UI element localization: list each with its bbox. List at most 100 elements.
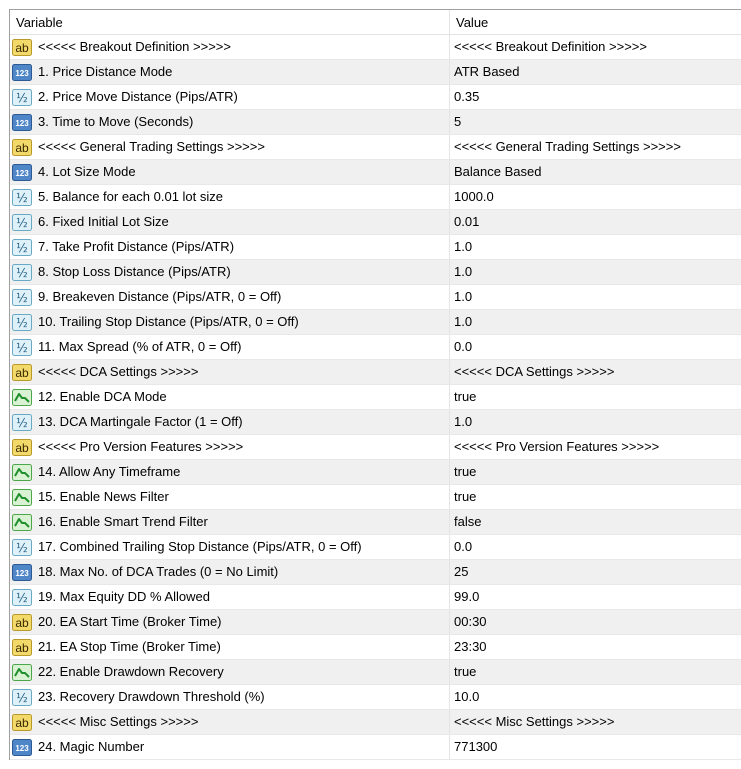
table-row[interactable]: ½ 8. Stop Loss Distance (Pips/ATR) 1.0 (10, 260, 741, 285)
value-cell[interactable]: 0.0 (450, 535, 741, 559)
table-row[interactable]: ab 21. EA Stop Time (Broker Time) 23:30 (10, 635, 741, 660)
table-row[interactable]: ½ 2. Price Move Distance (Pips/ATR) 0.35 (10, 85, 741, 110)
value-cell[interactable]: 1.0 (450, 260, 741, 284)
inputs-grid: Variable Value ab <<<<< Breakout Definiti… (9, 9, 741, 760)
variable-name: 14. Allow Any Timeframe (38, 464, 181, 479)
value-cell[interactable]: 5 (450, 110, 741, 134)
variable-cell[interactable]: 123 18. Max No. of DCA Trades (0 = No Lim… (10, 560, 450, 584)
variable-cell[interactable]: ½ 2. Price Move Distance (Pips/ATR) (10, 85, 450, 109)
value-cell[interactable]: true (450, 385, 741, 409)
variable-cell[interactable]: ½ 5. Balance for each 0.01 lot size (10, 185, 450, 209)
variable-name: <<<<< Misc Settings >>>>> (38, 714, 199, 729)
variable-cell[interactable]: ½ 19. Max Equity DD % Allowed (10, 585, 450, 609)
value-cell[interactable]: Balance Based (450, 160, 741, 184)
table-row[interactable]: ab <<<<< Pro Version Features >>>>> <<<<< … (10, 435, 741, 460)
table-row[interactable]: ab <<<<< General Trading Settings >>>>> <<… (10, 135, 741, 160)
column-header-value[interactable]: Value (450, 10, 741, 34)
variable-cell[interactable]: ½ 13. DCA Martingale Factor (1 = Off) (10, 410, 450, 434)
value-cell[interactable]: 25 (450, 560, 741, 584)
table-row[interactable]: 123 3. Time to Move (Seconds) 5 (10, 110, 741, 135)
table-row[interactable]: ½ 13. DCA Martingale Factor (1 = Off) 1.0 (10, 410, 741, 435)
value-cell[interactable]: 1.0 (450, 235, 741, 259)
variable-cell[interactable]: 123 1. Price Distance Mode (10, 60, 450, 84)
value-cell[interactable]: <<<<< Misc Settings >>>>> (450, 710, 741, 734)
variable-cell[interactable]: 15. Enable News Filter (10, 485, 450, 509)
variable-cell[interactable]: ab 21. EA Stop Time (Broker Time) (10, 635, 450, 659)
variable-cell[interactable]: ½ 11. Max Spread (% of ATR, 0 = Off) (10, 335, 450, 359)
variable-cell[interactable]: ab <<<<< General Trading Settings >>>>> (10, 135, 450, 159)
variable-cell[interactable]: ½ 7. Take Profit Distance (Pips/ATR) (10, 235, 450, 259)
value-cell[interactable]: 771300 (450, 735, 741, 759)
variable-cell[interactable]: 123 3. Time to Move (Seconds) (10, 110, 450, 134)
value-cell[interactable]: 0.35 (450, 85, 741, 109)
value-cell[interactable]: 0.0 (450, 335, 741, 359)
value-cell[interactable]: ATR Based (450, 60, 741, 84)
value-cell[interactable]: 00:30 (450, 610, 741, 634)
integer-type-icon: 123 (12, 63, 32, 81)
variable-cell[interactable]: 123 24. Magic Number (10, 735, 450, 759)
table-row[interactable]: ½ 10. Trailing Stop Distance (Pips/ATR, 0… (10, 310, 741, 335)
table-row[interactable]: ½ 19. Max Equity DD % Allowed 99.0 (10, 585, 741, 610)
table-row[interactable]: 22. Enable Drawdown Recovery true (10, 660, 741, 685)
variable-cell[interactable]: 22. Enable Drawdown Recovery (10, 660, 450, 684)
table-row[interactable]: ½ 23. Recovery Drawdown Threshold (%) 10.0 (10, 685, 741, 710)
table-row[interactable]: ½ 5. Balance for each 0.01 lot size 1000.0 (10, 185, 741, 210)
variable-cell[interactable]: ab <<<<< Pro Version Features >>>>> (10, 435, 450, 459)
svg-text:½: ½ (16, 91, 28, 105)
variable-cell[interactable]: 123 4. Lot Size Mode (10, 160, 450, 184)
table-row[interactable]: ½ 7. Take Profit Distance (Pips/ATR) 1.0 (10, 235, 741, 260)
value-cell[interactable]: true (450, 485, 741, 509)
value-cell[interactable]: 1.0 (450, 410, 741, 434)
table-row[interactable]: ab 20. EA Start Time (Broker Time) 00:30 (10, 610, 741, 635)
variable-cell[interactable]: ½ 23. Recovery Drawdown Threshold (%) (10, 685, 450, 709)
double-type-icon: ½ (12, 538, 32, 556)
variable-cell[interactable]: ab 20. EA Start Time (Broker Time) (10, 610, 450, 634)
table-row[interactable]: 123 1. Price Distance Mode ATR Based (10, 60, 741, 85)
value-cell[interactable]: <<<<< DCA Settings >>>>> (450, 360, 741, 384)
string-type-icon: ab (12, 363, 32, 381)
variable-cell[interactable]: ½ 17. Combined Trailing Stop Distance (Pi… (10, 535, 450, 559)
table-row[interactable]: 123 4. Lot Size Mode Balance Based (10, 160, 741, 185)
value-cell[interactable]: 0.01 (450, 210, 741, 234)
variable-cell[interactable]: 14. Allow Any Timeframe (10, 460, 450, 484)
variable-cell[interactable]: ½ 10. Trailing Stop Distance (Pips/ATR, 0… (10, 310, 450, 334)
table-row[interactable]: ½ 17. Combined Trailing Stop Distance (Pi… (10, 535, 741, 560)
value-cell[interactable]: true (450, 460, 741, 484)
table-row[interactable]: 123 24. Magic Number 771300 (10, 735, 741, 760)
variable-cell[interactable]: 12. Enable DCA Mode (10, 385, 450, 409)
table-row[interactable]: ab <<<<< Breakout Definition >>>>> <<<<< B… (10, 35, 741, 60)
value-cell[interactable]: true (450, 660, 741, 684)
variable-name: <<<<< General Trading Settings >>>>> (38, 139, 265, 154)
value-cell[interactable]: 1.0 (450, 285, 741, 309)
table-row[interactable]: 14. Allow Any Timeframe true (10, 460, 741, 485)
value-cell[interactable]: <<<<< Pro Version Features >>>>> (450, 435, 741, 459)
table-row[interactable]: ½ 9. Breakeven Distance (Pips/ATR, 0 = Of… (10, 285, 741, 310)
table-row[interactable]: ab <<<<< DCA Settings >>>>> <<<<< DCA Sett… (10, 360, 741, 385)
value-cell[interactable]: <<<<< Breakout Definition >>>>> (450, 35, 741, 59)
variable-cell[interactable]: ½ 6. Fixed Initial Lot Size (10, 210, 450, 234)
value-cell[interactable]: <<<<< General Trading Settings >>>>> (450, 135, 741, 159)
variable-cell[interactable]: ab <<<<< Misc Settings >>>>> (10, 710, 450, 734)
variable-cell[interactable]: 16. Enable Smart Trend Filter (10, 510, 450, 534)
table-row[interactable]: 15. Enable News Filter true (10, 485, 741, 510)
table-row[interactable]: 12. Enable DCA Mode true (10, 385, 741, 410)
value-cell[interactable]: 99.0 (450, 585, 741, 609)
table-row[interactable]: 16. Enable Smart Trend Filter false (10, 510, 741, 535)
svg-text:123: 123 (15, 569, 29, 578)
value-cell[interactable]: 1000.0 (450, 185, 741, 209)
table-row[interactable]: 123 18. Max No. of DCA Trades (0 = No Lim… (10, 560, 741, 585)
variable-name: 16. Enable Smart Trend Filter (38, 514, 208, 529)
value-cell[interactable]: 23:30 (450, 635, 741, 659)
value-cell[interactable]: false (450, 510, 741, 534)
column-header-variable[interactable]: Variable (10, 10, 450, 34)
variable-name: 6. Fixed Initial Lot Size (38, 214, 169, 229)
table-row[interactable]: ½ 11. Max Spread (% of ATR, 0 = Off) 0.0 (10, 335, 741, 360)
table-row[interactable]: ½ 6. Fixed Initial Lot Size 0.01 (10, 210, 741, 235)
variable-cell[interactable]: ab <<<<< DCA Settings >>>>> (10, 360, 450, 384)
variable-cell[interactable]: ½ 9. Breakeven Distance (Pips/ATR, 0 = Of… (10, 285, 450, 309)
table-row[interactable]: ab <<<<< Misc Settings >>>>> <<<<< Misc Se… (10, 710, 741, 735)
variable-cell[interactable]: ½ 8. Stop Loss Distance (Pips/ATR) (10, 260, 450, 284)
value-cell[interactable]: 10.0 (450, 685, 741, 709)
variable-cell[interactable]: ab <<<<< Breakout Definition >>>>> (10, 35, 450, 59)
value-cell[interactable]: 1.0 (450, 310, 741, 334)
